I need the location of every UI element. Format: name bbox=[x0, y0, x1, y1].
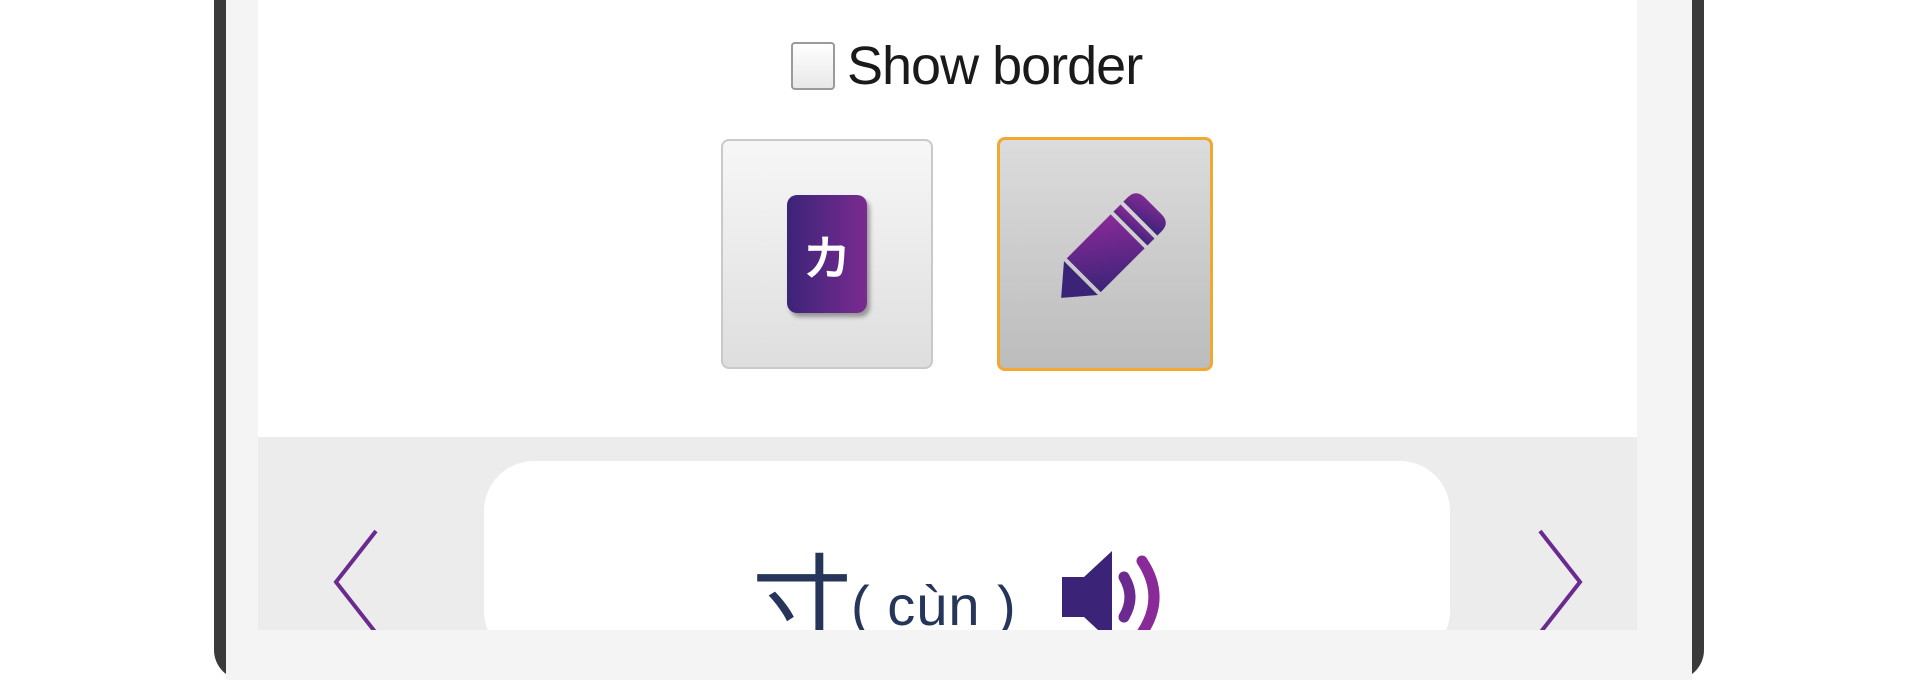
show-border-checkbox[interactable] bbox=[791, 42, 835, 90]
hanzi-character: 寸 bbox=[752, 544, 852, 631]
chevron-left-icon[interactable] bbox=[328, 527, 388, 630]
speaker-icon[interactable] bbox=[1062, 547, 1180, 630]
card-icon-glyph: カ bbox=[802, 233, 851, 286]
card-icon: カ bbox=[787, 195, 867, 313]
flashcard-mode-button[interactable]: カ bbox=[721, 139, 933, 369]
pinyin-reading: ( cùn ) bbox=[851, 574, 1017, 630]
pencil-icon bbox=[1061, 193, 1166, 298]
show-border-option[interactable]: Show border bbox=[791, 36, 1143, 96]
chevron-right-icon[interactable] bbox=[1528, 527, 1588, 630]
character-panel: 寸 ( cùn ) bbox=[258, 437, 1637, 630]
show-border-label: Show border bbox=[847, 36, 1143, 96]
write-mode-button[interactable] bbox=[997, 137, 1213, 371]
app-screen: Show border カ 寸 ( cùn ) bbox=[258, 0, 1637, 630]
character-card: 寸 ( cùn ) bbox=[484, 461, 1450, 630]
